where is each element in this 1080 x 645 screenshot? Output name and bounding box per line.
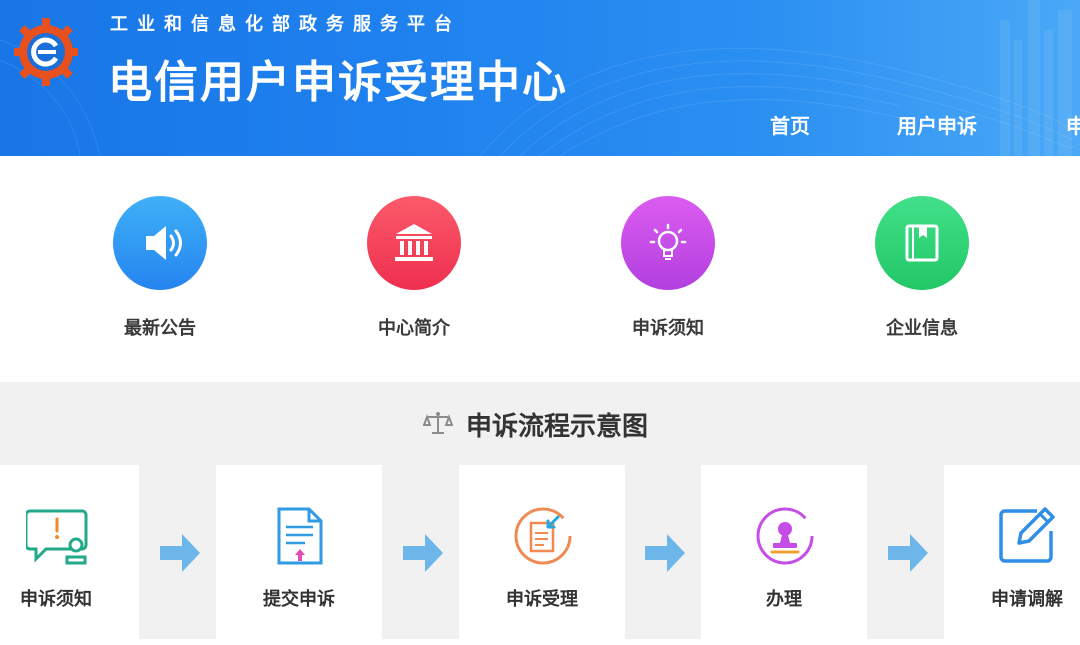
- balance-scale-icon: [423, 412, 453, 434]
- speaker-icon: [113, 196, 207, 290]
- process-step-accept[interactable]: 申诉受理: [459, 465, 625, 645]
- process-heading: 申诉流程示意图: [0, 404, 1080, 444]
- site-header: 工业和信息化部政务服务平台 电信用户申诉受理中心 首页 用户申诉 申: [0, 0, 1080, 156]
- process-title: 申诉流程示意图: [466, 412, 649, 442]
- process-step-label: 提交申诉: [263, 589, 335, 610]
- arrow-right-icon: [645, 534, 685, 572]
- quick-link-announcements[interactable]: 最新公告: [90, 196, 230, 346]
- process-step-label: 申诉受理: [506, 589, 578, 610]
- process-step-notice[interactable]: 申诉须知: [0, 465, 139, 645]
- arrow-right-icon: [160, 534, 200, 572]
- nav-user-complaint[interactable]: 用户申诉: [897, 110, 977, 140]
- process-step-submit[interactable]: 提交申诉: [216, 465, 382, 645]
- quick-link-label: 企业信息: [886, 318, 958, 339]
- submit-document-icon: [277, 507, 323, 565]
- nav-home[interactable]: 首页: [770, 110, 810, 140]
- quick-link-label: 申诉须知: [632, 318, 704, 339]
- process-step-label: 申诉须知: [20, 589, 92, 610]
- book-icon: [875, 196, 969, 290]
- lightbulb-icon: [621, 196, 715, 290]
- notice-chat-icon: [26, 509, 88, 565]
- quick-link-label: 最新公告: [124, 318, 196, 339]
- arrow-right-icon: [403, 534, 443, 572]
- edit-icon: [999, 507, 1055, 563]
- quick-link-complaint-notice[interactable]: 申诉须知: [598, 196, 738, 346]
- accept-document-icon: [514, 507, 572, 565]
- nav-next-item[interactable]: 申: [1066, 110, 1080, 140]
- quick-links-section: 最新公告 中心简介 申诉须知 企业信息: [0, 156, 1080, 382]
- process-step-label: 申请调解: [991, 589, 1063, 610]
- site-title: 电信用户申诉受理中心: [108, 57, 568, 108]
- quick-link-about-center[interactable]: 中心简介: [344, 196, 484, 346]
- site-subtitle: 工业和信息化部政务服务平台: [110, 14, 461, 35]
- ministry-logo: [14, 18, 78, 86]
- complaint-process-section: 申诉流程示意图 申诉须知 提交申诉 申诉受理 办理 申请调解: [0, 382, 1080, 645]
- building-icon: [367, 196, 461, 290]
- process-step-label: 办理: [766, 589, 802, 610]
- quick-link-company-info[interactable]: 企业信息: [852, 196, 992, 346]
- arrow-right-icon: [888, 534, 928, 572]
- stamp-icon: [756, 507, 814, 565]
- process-step-handle[interactable]: 办理: [701, 465, 867, 645]
- quick-link-label: 中心简介: [378, 318, 450, 339]
- process-step-mediation[interactable]: 申请调解: [944, 465, 1080, 645]
